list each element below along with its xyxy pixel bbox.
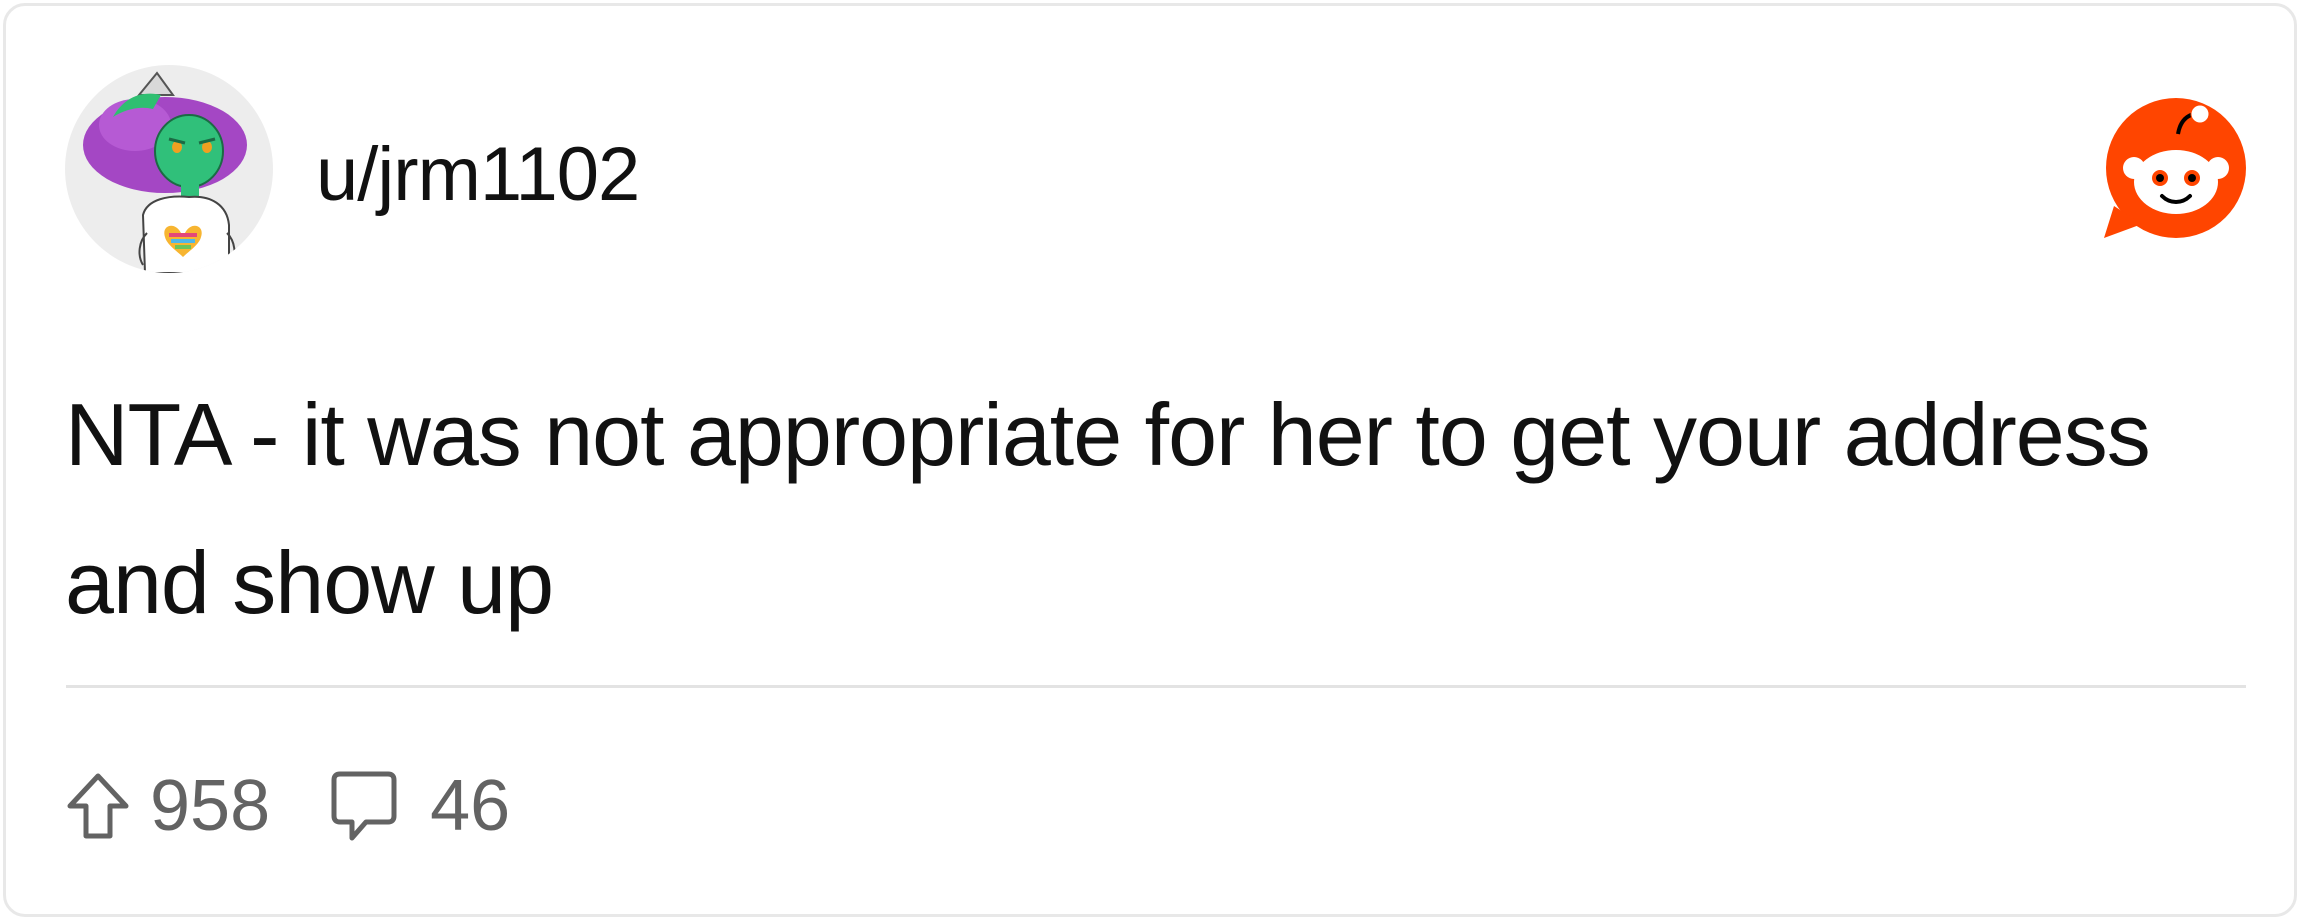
reddit-logo-icon[interactable]	[2096, 98, 2252, 248]
avatar[interactable]	[65, 65, 273, 273]
upvote-count: 958	[150, 766, 271, 846]
comment-card: u/jrm1102 NTA - it was not appropriate f…	[3, 3, 2297, 917]
snoo-avatar-icon	[83, 71, 247, 273]
arrow-up-icon	[67, 773, 129, 839]
speech-bubble-icon	[331, 771, 397, 841]
comment-body: NTA - it was not appropriate for her to …	[65, 385, 2151, 632]
stats-bar: 958 46	[66, 764, 510, 848]
comment-count: 46	[430, 766, 511, 846]
divider	[66, 685, 2246, 688]
upvote-button[interactable]: 958	[66, 765, 270, 847]
author-username[interactable]: u/jrm1102	[316, 130, 640, 220]
comments-button[interactable]: 46	[330, 765, 510, 847]
